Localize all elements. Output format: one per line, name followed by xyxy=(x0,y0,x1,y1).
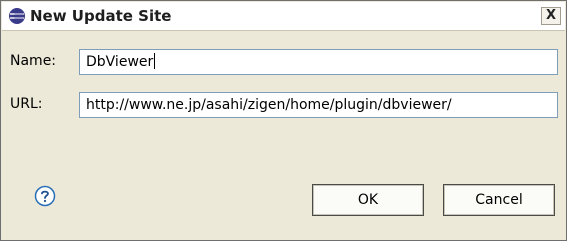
title-bar: New Update Site X xyxy=(2,2,565,31)
name-field[interactable]: DbViewer xyxy=(79,49,558,75)
url-field[interactable]: http://www.ne.jp/asahi/zigen/home/plugin… xyxy=(79,92,558,118)
cancel-button[interactable]: Cancel xyxy=(443,184,555,216)
new-update-site-dialog: New Update Site X Name: DbViewer URL: ht… xyxy=(0,0,567,241)
dialog-title: New Update Site xyxy=(30,7,172,25)
name-value: DbViewer xyxy=(86,54,154,70)
url-value: http://www.ne.jp/asahi/zigen/home/plugin… xyxy=(86,97,452,113)
eclipse-icon xyxy=(9,8,25,24)
text-caret xyxy=(154,53,156,69)
ok-button[interactable]: OK xyxy=(312,184,424,216)
help-icon[interactable] xyxy=(34,185,56,207)
name-label: Name: xyxy=(10,53,57,69)
url-label: URL: xyxy=(10,96,43,112)
close-icon: X xyxy=(545,8,557,23)
close-button[interactable]: X xyxy=(541,7,561,25)
